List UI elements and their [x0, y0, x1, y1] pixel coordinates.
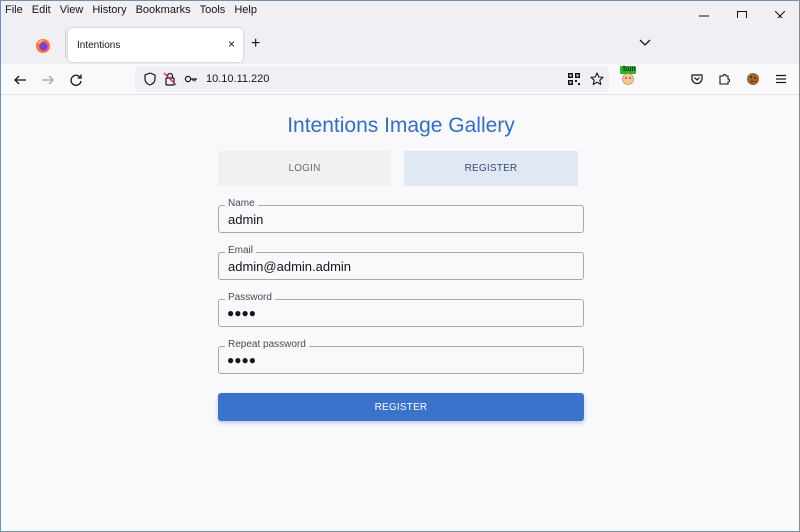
tab-close-icon[interactable]: ×: [228, 37, 235, 51]
name-value: admin: [228, 212, 264, 227]
repeat-password-value: ●●●●: [227, 353, 256, 367]
puzzle-icon: [719, 74, 730, 85]
email-field[interactable]: Email admin@admin.admin: [218, 245, 584, 280]
insecure-lock-icon[interactable]: [163, 72, 177, 86]
hamburger-menu-icon: [776, 74, 786, 84]
menu-bar: File Edit View History Bookmarks Tools H…: [1, 1, 799, 18]
reload-icon: [70, 74, 82, 86]
page-title: Intentions Image Gallery: [287, 114, 515, 137]
bun-extension-button[interactable]: bun: [619, 66, 639, 86]
forward-arrow-icon: [42, 75, 54, 85]
url-text[interactable]: 10.10.11.220: [206, 73, 269, 85]
menu-bookmarks[interactable]: Bookmarks: [136, 4, 191, 16]
forward-button[interactable]: [38, 70, 58, 90]
url-bar[interactable]: 10.10.11.220: [135, 67, 609, 92]
email-value: admin@admin.admin: [228, 259, 352, 274]
register-submit-button[interactable]: REGISTER: [218, 393, 584, 421]
password-field[interactable]: Password ●●●●: [218, 292, 584, 327]
back-button[interactable]: [10, 70, 30, 90]
tab-strip: Intentions × +: [1, 18, 799, 64]
bookmark-star-icon[interactable]: [590, 72, 604, 86]
repeat-password-label: Repeat password: [225, 339, 309, 351]
page-content: Intentions Image Gallery LOGIN REGISTER …: [1, 95, 799, 531]
tab-separator: [65, 30, 66, 58]
firefox-view-icon[interactable]: [35, 38, 51, 54]
app-menu-button[interactable]: [771, 69, 791, 89]
browser-window: File Edit View History Bookmarks Tools H…: [0, 0, 800, 532]
repeat-password-field[interactable]: Repeat password ●●●●: [218, 339, 584, 374]
menu-edit[interactable]: Edit: [32, 4, 51, 16]
new-tab-button[interactable]: +: [251, 35, 260, 53]
tab-login[interactable]: LOGIN: [218, 151, 391, 186]
back-arrow-icon: [14, 75, 26, 85]
name-field[interactable]: Name admin: [218, 198, 584, 233]
navigation-bar: 10.10.11.220 bun: [1, 64, 799, 95]
reload-button[interactable]: [66, 70, 86, 90]
password-value: ●●●●: [227, 306, 256, 320]
menu-help[interactable]: Help: [234, 4, 257, 16]
qr-code-icon[interactable]: [567, 72, 581, 86]
bun-extension-badge: bun: [623, 66, 636, 73]
menu-tools[interactable]: Tools: [200, 4, 226, 16]
cookie-extension-button[interactable]: [743, 69, 763, 89]
key-icon[interactable]: [184, 72, 198, 86]
extensions-button[interactable]: [715, 69, 735, 89]
tab-register[interactable]: REGISTER: [404, 151, 578, 186]
name-label: Name: [225, 198, 258, 210]
email-label: Email: [225, 245, 257, 257]
cookie-icon: [747, 73, 759, 85]
pocket-button[interactable]: [687, 69, 707, 89]
menu-view[interactable]: View: [60, 4, 84, 16]
menu-file[interactable]: File: [5, 4, 23, 16]
menu-history[interactable]: History: [92, 4, 126, 16]
shield-icon[interactable]: [143, 72, 157, 86]
pocket-icon: [691, 74, 703, 85]
tab-intentions[interactable]: Intentions ×: [68, 28, 243, 62]
password-label: Password: [225, 292, 275, 304]
tab-title: Intentions: [77, 39, 121, 51]
chevron-down-icon[interactable]: [638, 36, 652, 50]
